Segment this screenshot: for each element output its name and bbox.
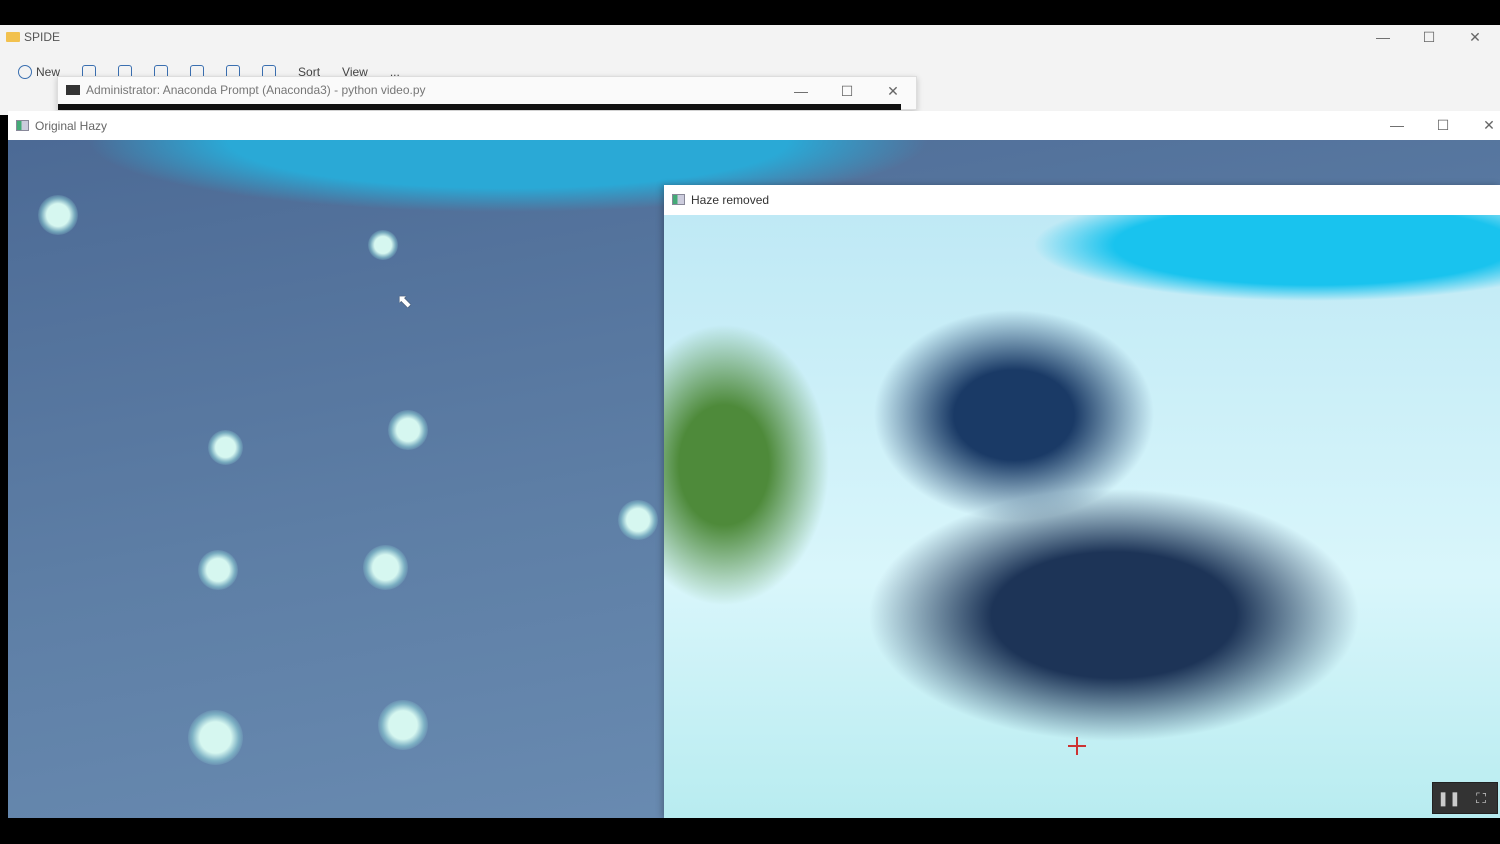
- maximize-button[interactable]: ☐: [824, 83, 870, 100]
- explorer-window-controls: — ☐ ✕: [1360, 29, 1498, 46]
- explorer-title: SPIDE: [6, 30, 60, 44]
- mouse-cursor: ⬉: [397, 291, 413, 311]
- hazy-title: Original Hazy: [35, 118, 108, 133]
- fullscreen-button[interactable]: ⛶: [1465, 783, 1497, 813]
- dehazed-video-frame: [664, 215, 1500, 818]
- folder-icon: [6, 32, 20, 42]
- dehaze-titlebar: Haze removed: [664, 185, 1500, 214]
- crosshair-cursor: [1068, 737, 1086, 755]
- maximize-button[interactable]: ☐: [1420, 117, 1466, 134]
- conda-window-controls: — ☐ ✕: [778, 83, 916, 100]
- hazy-titlebar: Original Hazy: [8, 111, 1500, 140]
- minimize-button[interactable]: —: [1360, 29, 1406, 46]
- anaconda-prompt-window[interactable]: Administrator: Anaconda Prompt (Anaconda…: [57, 76, 917, 110]
- image-icon: [672, 194, 685, 205]
- conda-titlebar: Administrator: Anaconda Prompt (Anaconda…: [66, 83, 426, 97]
- image-icon: [16, 120, 29, 131]
- close-button[interactable]: ✕: [870, 83, 916, 100]
- hazy-window-controls: — ☐ ✕: [1374, 117, 1500, 134]
- terminal-output: [58, 104, 901, 110]
- video-controls: ❚❚ ⛶: [1432, 782, 1498, 814]
- conda-title: Administrator: Anaconda Prompt (Anaconda…: [86, 83, 426, 97]
- new-button[interactable]: New: [18, 65, 60, 79]
- plus-icon: [18, 65, 32, 79]
- explorer-title-text: SPIDE: [24, 30, 61, 44]
- close-button[interactable]: ✕: [1466, 117, 1500, 134]
- maximize-button[interactable]: ☐: [1406, 29, 1452, 46]
- minimize-button[interactable]: —: [1374, 117, 1420, 134]
- terminal-icon: [66, 85, 80, 95]
- close-button[interactable]: ✕: [1452, 29, 1498, 46]
- dehaze-title: Haze removed: [691, 192, 770, 207]
- minimize-button[interactable]: —: [778, 83, 824, 100]
- haze-removed-window[interactable]: Haze removed: [664, 185, 1500, 818]
- pause-button[interactable]: ❚❚: [1433, 783, 1465, 813]
